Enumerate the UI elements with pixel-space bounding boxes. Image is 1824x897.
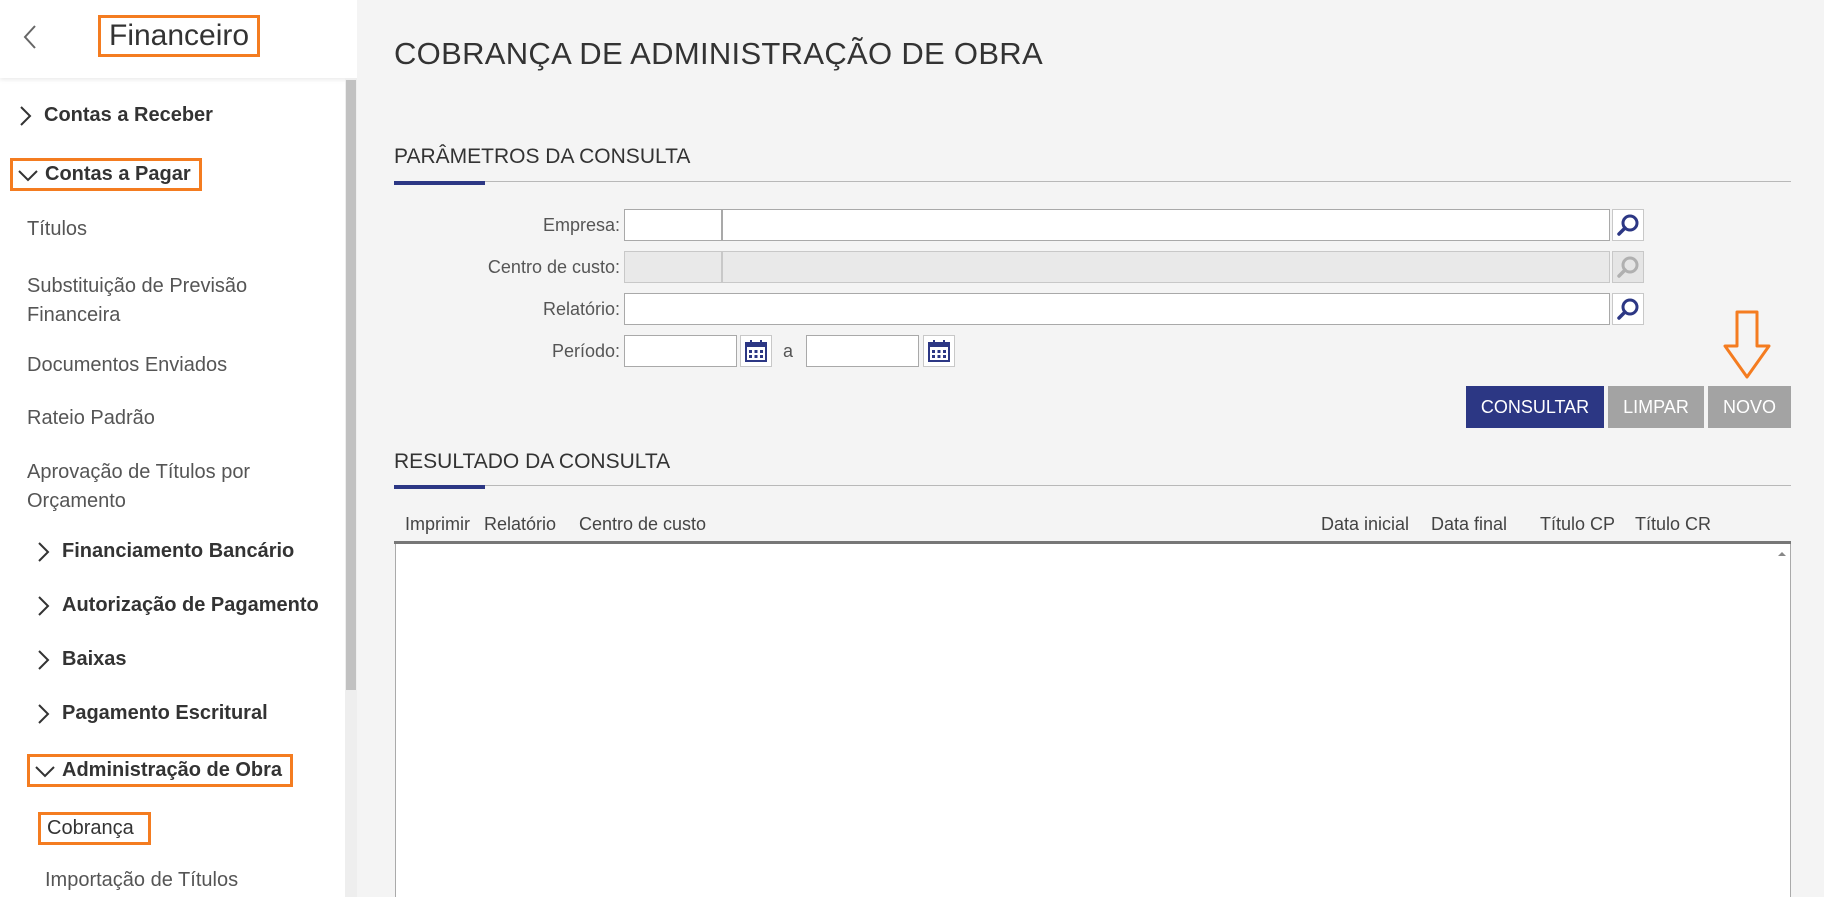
page-title: COBRANÇA DE ADMINISTRAÇÃO DE OBRA: [394, 36, 1043, 71]
empresa-code-field[interactable]: [624, 209, 722, 241]
sidebar-item-rateio-padrao[interactable]: Rateio Padrão: [27, 407, 155, 430]
search-icon: [1617, 214, 1639, 236]
sidebar-item-contas-pagar[interactable]: Contas a Pagar: [10, 158, 202, 191]
sidebar-item-contas-receber[interactable]: Contas a Receber: [14, 104, 213, 127]
section-accent: [394, 181, 485, 185]
periodo-start-calendar-button[interactable]: [740, 335, 772, 367]
search-icon: [1617, 256, 1639, 278]
back-button[interactable]: [18, 22, 42, 52]
column-header-data-final[interactable]: Data final: [1431, 514, 1507, 535]
periodo-end-field[interactable]: [806, 335, 919, 367]
sidebar-item-financiamento-bancario[interactable]: Financiamento Bancário: [32, 540, 294, 563]
chevron-left-icon: [23, 25, 36, 49]
periodo-separator: a: [783, 341, 794, 361]
chevron-right-icon: [20, 105, 32, 126]
centro-custo-label: Centro de custo:: [487, 257, 620, 277]
centro-custo-code-field: [624, 251, 722, 283]
calendar-icon: [928, 340, 950, 362]
limpar-button[interactable]: LIMPAR: [1608, 386, 1704, 428]
column-header-titulo-cp[interactable]: Título CP: [1540, 514, 1615, 535]
sidebar-item-substituicao-previsao[interactable]: Substituição de Previsão Financeira: [27, 272, 247, 330]
sidebar-item-label: Financiamento Bancário: [62, 540, 295, 562]
sidebar-item-administracao-obra[interactable]: Administração de Obra: [27, 754, 294, 787]
arrow-down-icon: [1723, 310, 1771, 379]
chevron-right-icon: [38, 595, 50, 616]
sidebar-item-label: Administração de Obra: [62, 759, 283, 781]
scroll-up-icon: [1778, 552, 1786, 556]
periodo-end-calendar-button[interactable]: [923, 335, 955, 367]
empresa-label: Empresa:: [542, 215, 620, 235]
chevron-right-icon: [38, 541, 50, 562]
results-scrollbar[interactable]: [1774, 546, 1790, 897]
column-header-data-inicial[interactable]: Data inicial: [1321, 514, 1409, 535]
sidebar-scrollbar-thumb[interactable]: [346, 80, 356, 690]
sidebar-item-label: Aprovação de Títulos por: [27, 461, 251, 483]
section-accent: [394, 485, 485, 489]
calendar-icon: [745, 340, 767, 362]
empresa-search-button[interactable]: [1612, 209, 1644, 241]
relatorio-label: Relatório:: [542, 299, 620, 319]
sidebar-item-label: Financeira: [27, 304, 121, 326]
search-icon: [1617, 298, 1639, 320]
sidebar-item-label: Contas a Receber: [44, 104, 213, 126]
chevron-right-icon: [38, 649, 50, 670]
sidebar-item-importacao-titulos[interactable]: Importação de Títulos: [45, 869, 238, 892]
sidebar-item-documentos-enviados[interactable]: Documentos Enviados: [27, 354, 227, 377]
column-header-relatorio[interactable]: Relatório: [484, 514, 556, 535]
sidebar-item-cobranca[interactable]: Cobrança: [38, 812, 151, 845]
sidebar-item-aprovacao-titulos[interactable]: Aprovação de Títulos por Orçamento: [27, 458, 250, 516]
periodo-label: Período:: [551, 341, 620, 361]
relatorio-search-button[interactable]: [1612, 293, 1644, 325]
novo-button[interactable]: NOVO: [1708, 386, 1791, 428]
column-header-titulo-cr[interactable]: Título CR: [1635, 514, 1711, 535]
chevron-down-icon: [18, 169, 38, 181]
sidebar-item-label: Contas a Pagar: [45, 163, 191, 185]
params-section-title: PARÂMETROS DA CONSULTA: [394, 145, 691, 168]
sidebar-item-autorizacao-pagamento[interactable]: Autorização de Pagamento: [32, 594, 319, 617]
column-header-centro-custo[interactable]: Centro de custo: [579, 514, 706, 535]
sidebar-item-label: Autorização de Pagamento: [62, 594, 319, 616]
sidebar-header: Financeiro: [0, 0, 357, 78]
column-header-imprimir[interactable]: Imprimir: [405, 514, 470, 535]
sidebar-item-baixas[interactable]: Baixas: [32, 648, 127, 671]
results-table-body: [395, 544, 1791, 897]
consultar-button[interactable]: CONSULTAR: [1466, 386, 1604, 428]
sidebar-item-label: Baixas: [62, 648, 127, 670]
sidebar-item-titulos[interactable]: Títulos: [27, 218, 87, 241]
sidebar-title: Financeiro: [98, 15, 261, 57]
divider: [394, 181, 1791, 182]
divider: [394, 485, 1791, 486]
centro-custo-name-field: [722, 251, 1610, 283]
periodo-start-field[interactable]: [624, 335, 737, 367]
results-section-title: RESULTADO DA CONSULTA: [394, 450, 671, 473]
sidebar-item-label: Pagamento Escritural: [62, 702, 268, 724]
sidebar: Financeiro Contas a Receber Contas a Pag…: [0, 0, 357, 897]
empresa-name-field[interactable]: [722, 209, 1610, 241]
centro-custo-search-button: [1612, 251, 1644, 283]
chevron-down-icon: [35, 765, 55, 777]
sidebar-item-label: Orçamento: [27, 490, 126, 512]
sidebar-item-pagamento-escritural[interactable]: Pagamento Escritural: [32, 702, 268, 725]
relatorio-field[interactable]: [624, 293, 1610, 325]
chevron-right-icon: [38, 703, 50, 724]
sidebar-item-label: Substituição de Previsão: [27, 275, 248, 297]
